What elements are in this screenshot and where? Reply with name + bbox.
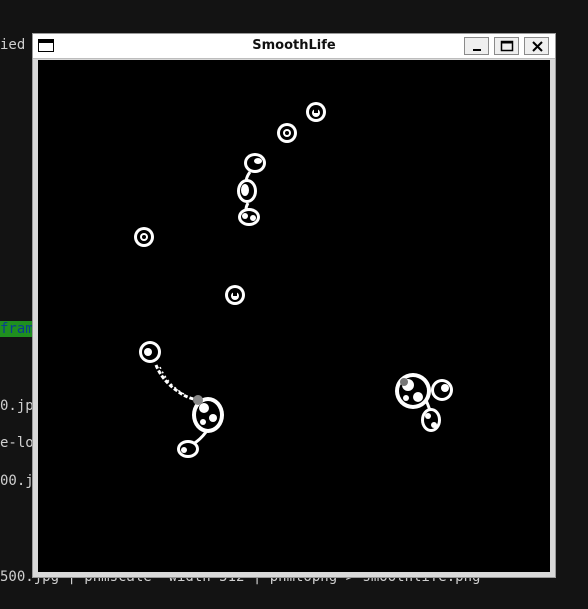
- ring-glider: [277, 123, 297, 143]
- close-icon: [532, 41, 543, 52]
- ring-glider: [225, 285, 245, 305]
- terminal-line: ied: [0, 37, 26, 53]
- minimize-icon: [473, 49, 481, 51]
- cluster-blob: [395, 373, 453, 432]
- ring-glider: [306, 102, 326, 122]
- minimize-button[interactable]: [464, 37, 489, 55]
- snake-blob: [154, 364, 224, 458]
- maximize-button[interactable]: [494, 37, 519, 55]
- maximize-icon: [500, 40, 514, 52]
- ring-glider: [139, 341, 161, 363]
- simulation-render: [134, 102, 453, 458]
- title-bar[interactable]: SmoothLife: [33, 34, 555, 59]
- simulation-canvas[interactable]: [38, 60, 550, 572]
- ring-glider: [134, 227, 154, 247]
- close-button[interactable]: [524, 37, 549, 55]
- chain-blob: [237, 153, 266, 226]
- smoothlife-window[interactable]: SmoothLife: [32, 33, 556, 578]
